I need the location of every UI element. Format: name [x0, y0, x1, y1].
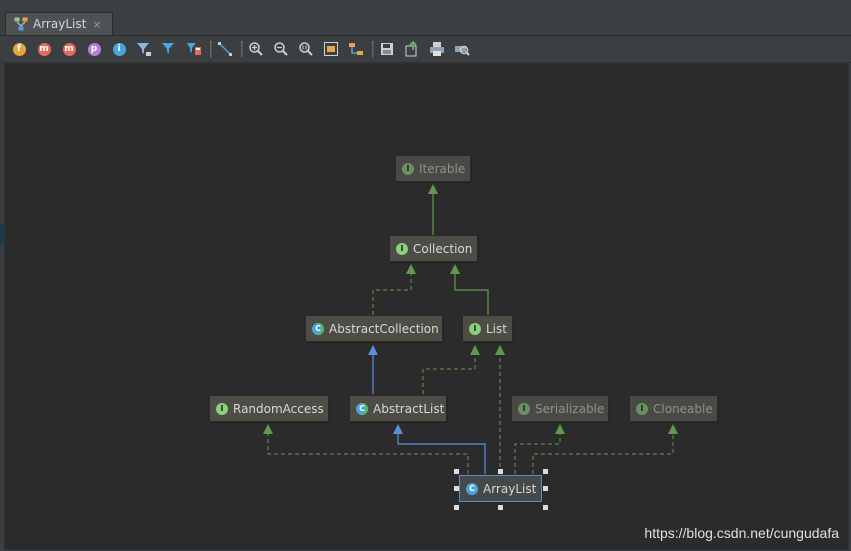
arrow-list-right-icon: [495, 345, 505, 355]
node-iterable[interactable]: I Iterable: [395, 155, 471, 182]
interface-icon: I: [518, 402, 530, 415]
edge-arraylist-abstractlist: [397, 426, 486, 474]
node-label: RandomAccess: [233, 401, 324, 416]
arrow-iterable-icon: [428, 184, 438, 194]
node-collection[interactable]: I Collection: [389, 235, 478, 262]
edge-arraylist-cloneable: [532, 426, 674, 474]
node-abstract-collection[interactable]: C AbstractCollection: [305, 315, 443, 342]
interface-icon: I: [636, 402, 648, 415]
abstract-class-icon: C: [312, 322, 324, 335]
abstract-class-icon: C: [356, 402, 368, 415]
arrow-abstractlist-icon: [393, 424, 403, 434]
node-random-access[interactable]: I RandomAccess: [209, 395, 329, 422]
arrow-list-left-icon: [470, 345, 480, 355]
node-label: Serializable: [535, 401, 605, 416]
node-cloneable[interactable]: I Cloneable: [629, 395, 718, 422]
node-label: Collection: [413, 241, 473, 256]
watermark-url: https://blog.csdn.net/cungudafa: [644, 525, 839, 541]
interface-icon: I: [469, 322, 481, 335]
edge-arraylist-randomaccess: [267, 426, 469, 474]
node-label: Iterable: [419, 161, 466, 176]
resize-handle[interactable]: [543, 505, 548, 510]
node-abstract-list[interactable]: C AbstractList: [349, 395, 447, 422]
node-label: ArrayList: [483, 481, 537, 496]
node-list[interactable]: I List: [462, 315, 513, 342]
node-label: Cloneable: [653, 401, 713, 416]
resize-handle[interactable]: [454, 486, 459, 491]
arrow-collection-right-icon: [450, 264, 460, 274]
edge-arraylist-serializable: [514, 426, 561, 474]
arrow-collection-left-icon: [406, 264, 416, 274]
resize-handle[interactable]: [454, 469, 459, 474]
interface-icon: I: [216, 402, 228, 415]
node-serializable[interactable]: I Serializable: [511, 395, 609, 422]
resize-handle[interactable]: [454, 505, 459, 510]
class-icon: C: [466, 482, 478, 495]
arrow-serializable-icon: [555, 424, 565, 434]
interface-icon: I: [402, 162, 414, 175]
node-label: AbstractList: [373, 401, 445, 416]
resize-handle[interactable]: [543, 486, 548, 491]
arrow-cloneable-icon: [668, 424, 678, 434]
edge-abstractlist-list: [422, 346, 476, 394]
resize-handle[interactable]: [498, 469, 503, 474]
edge-list-collection: [454, 266, 489, 315]
arrow-abstractcollection-icon: [368, 345, 378, 355]
arrow-randomaccess-icon: [263, 424, 273, 434]
resize-handle[interactable]: [498, 505, 503, 510]
node-label: AbstractCollection: [329, 321, 439, 336]
resize-handle[interactable]: [543, 469, 548, 474]
node-label: List: [486, 321, 507, 336]
diagram-edges: [263, 184, 678, 474]
node-array-list[interactable]: C ArrayList: [459, 475, 542, 502]
interface-icon: I: [396, 242, 408, 255]
edge-abstractcollection-collection: [372, 266, 412, 315]
